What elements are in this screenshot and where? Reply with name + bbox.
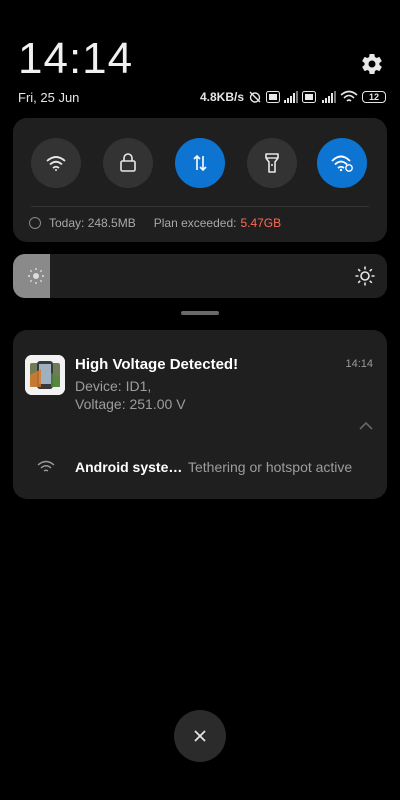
status-bar-icons: 4.8KB/s 12 <box>200 88 386 106</box>
lock-toggle[interactable] <box>103 138 153 188</box>
divider <box>31 206 369 207</box>
flashlight-toggle[interactable] <box>247 138 297 188</box>
plan-label: Plan exceeded: <box>153 216 237 230</box>
gear-icon <box>362 54 382 75</box>
flashlight-icon <box>265 153 279 173</box>
secondary-text: Tethering or hotspot active <box>188 459 353 475</box>
brightness-slider[interactable] <box>13 254 387 298</box>
notification-device: Device: ID1, <box>75 378 152 394</box>
chevron-up-icon[interactable] <box>359 418 373 436</box>
volte-icon <box>266 91 280 103</box>
brightness-low-icon <box>27 267 45 290</box>
hotspot-small-icon <box>37 460 55 479</box>
alarm-off-icon <box>248 90 262 104</box>
quick-settings-panel: Today: 248.5MB Plan exceeded: 5.47GB <box>13 118 387 242</box>
drag-handle[interactable] <box>181 311 219 315</box>
brightness-high-icon <box>355 266 375 291</box>
hotspot-icon <box>331 155 353 172</box>
wifi-status-icon <box>340 90 358 104</box>
hotspot-toggle[interactable] <box>317 138 367 188</box>
data-today: Today: 248.5MB <box>49 216 136 230</box>
battery-indicator: 12 <box>362 91 386 103</box>
hotspot-notification[interactable]: Android syste… Tethering or hotspot acti… <box>13 456 387 478</box>
network-speed: 4.8KB/s <box>199 90 244 104</box>
signal-4g-icon <box>320 91 336 103</box>
plan-value: 5.47GB <box>240 216 282 230</box>
notification-time: 14:14 <box>345 358 373 370</box>
secondary-app-name: Android syste… <box>75 459 183 475</box>
date: Fri, 25 Jun <box>18 90 80 105</box>
notification-title: High Voltage Detected! <box>75 356 239 373</box>
signal-icon <box>284 91 298 103</box>
wifi-toggle[interactable] <box>31 138 81 188</box>
data-usage-row[interactable]: Today: 248.5MB Plan exceeded: 5.47GB <box>29 216 281 230</box>
clock: 14:14 <box>18 34 134 83</box>
close-icon <box>194 730 206 742</box>
data-usage-icon <box>29 217 41 229</box>
mobile-data-toggle[interactable] <box>175 138 225 188</box>
app-icon <box>25 355 65 395</box>
close-button[interactable] <box>174 710 226 762</box>
notification-voltage: Voltage: 251.00 V <box>75 396 186 412</box>
wifi-icon <box>46 156 66 171</box>
volte-icon-2 <box>302 91 316 103</box>
notification-card[interactable]: High Voltage Detected! 14:14 Device: ID1… <box>13 330 387 499</box>
data-transfer-icon <box>193 154 207 172</box>
settings-button[interactable] <box>360 52 384 76</box>
lock-icon <box>120 153 136 172</box>
